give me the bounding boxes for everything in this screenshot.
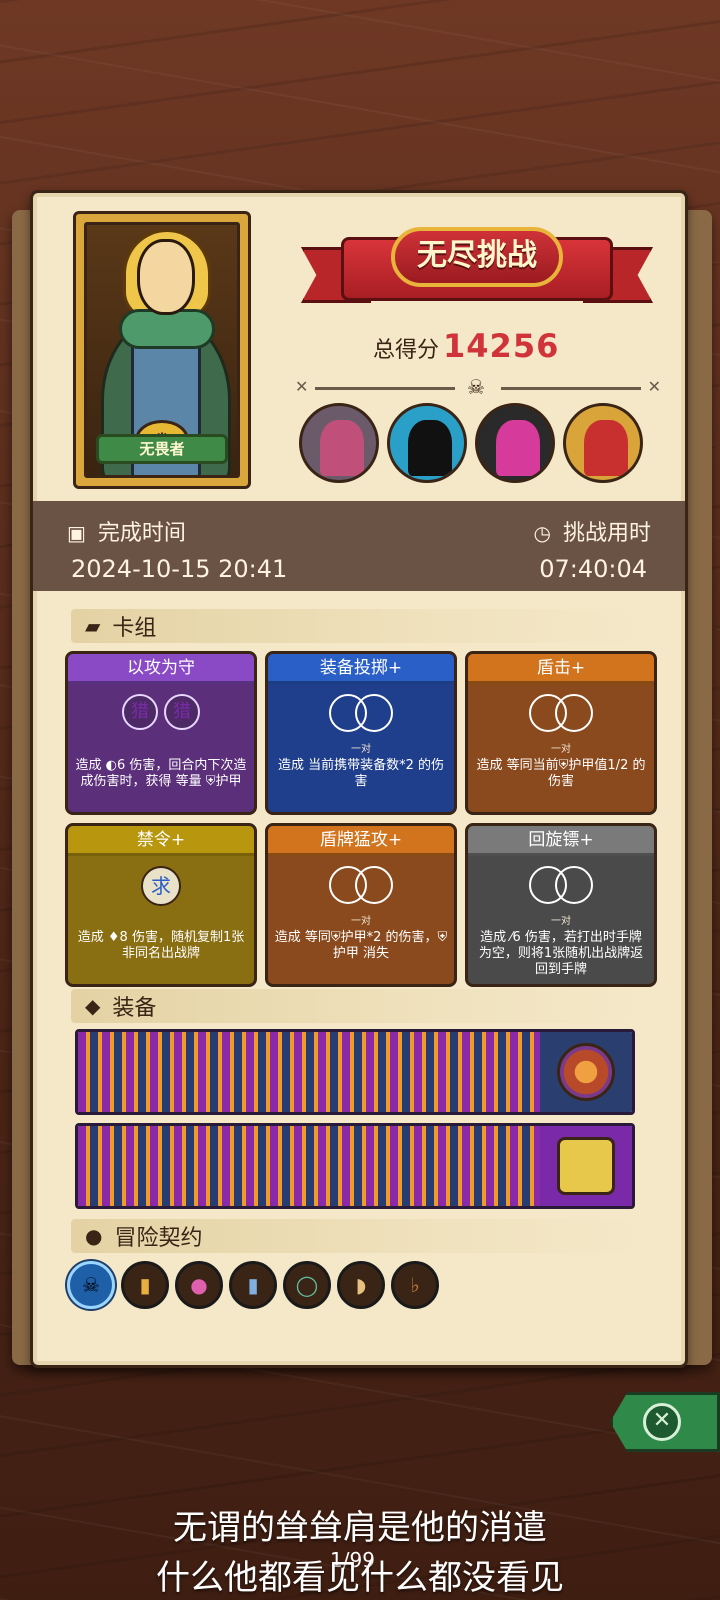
score-label: 总得分 <box>373 338 440 363</box>
equipment-row[interactable] <box>75 1123 635 1209</box>
blue-tag-icon[interactable]: ▮ <box>229 1261 277 1309</box>
boss-portrait[interactable] <box>299 403 379 483</box>
card[interactable]: 禁令+ 求 造成 ♦8 伤害，随机复制1张非同名出战牌 <box>65 823 257 987</box>
horn-icon[interactable]: ◗ <box>337 1261 385 1309</box>
boss-portrait[interactable] <box>475 403 555 483</box>
completed-time-value: 2024-10-15 20:41 <box>71 555 288 583</box>
contract-list: ☠ ▮ ● ▮ ◯ ◗ ♭ <box>67 1261 439 1309</box>
time-bar: ▣ 完成时间 ◷ 挑战用时 2024-10-15 20:41 07:40:04 <box>33 501 685 591</box>
card-tag: 一对 <box>351 916 371 927</box>
equipment-section-title: 装备 <box>112 996 157 1021</box>
duration-value: 07:40:04 <box>539 555 647 583</box>
deck-section-title: 卡组 <box>112 616 157 641</box>
contracts-section-header: ● 冒险契约 <box>71 1219 647 1253</box>
deck-section-header: ▰ 卡组 <box>71 609 647 643</box>
card[interactable]: 回旋镖+ 一对 造成 ⁄6 伤害，若打出时手牌为空，则将1张随机出战牌返回到手牌 <box>465 823 657 987</box>
equipment-stack <box>78 1032 542 1112</box>
card-tag: 一对 <box>551 744 571 755</box>
contracts-section-title: 冒险契约 <box>114 1226 203 1251</box>
hunt-emblem-icon: 猎 <box>164 694 200 730</box>
card[interactable]: 盾牌猛攻+ 一对 造成 等同⛨护甲*2 的伤害，⛨护甲 消失 <box>265 823 457 987</box>
calendar-icon: ▣ <box>67 521 86 545</box>
equipment-section-header: ◆ 装备 <box>71 989 647 1023</box>
card-title: 盾牌猛攻+ <box>268 826 454 856</box>
defeated-bosses <box>299 403 643 483</box>
stopwatch-icon: ◷ <box>533 521 551 545</box>
card-title: 回旋镖+ <box>468 826 654 856</box>
seek-emblem-icon: 求 <box>141 866 181 906</box>
card[interactable]: 以攻为守 猎猎 造成 ◐6 伤害，回合内下次造成伤害时，获得 等量 ⛨护甲 <box>65 651 257 815</box>
hero-card[interactable]: ♛ 无畏者 <box>73 211 251 489</box>
score-value: 14256 <box>443 327 560 365</box>
card-art: 猎猎 <box>68 694 254 748</box>
boss-portrait[interactable] <box>563 403 643 483</box>
box-icon: ◆ <box>85 994 101 1018</box>
close-icon: ✕ <box>643 1403 681 1441</box>
card-description: 造成 ♦8 伤害，随机复制1张非同名出战牌 <box>77 930 245 961</box>
round-shield-icon <box>557 1043 615 1101</box>
subtitle-line-1: 无谓的耸耸肩是他的消遣 <box>173 1508 547 1548</box>
person-icon: ● <box>85 1224 103 1248</box>
hero-name: 无畏者 <box>96 434 228 464</box>
card-title: 盾击+ <box>468 654 654 684</box>
card-title: 禁令+ <box>68 826 254 856</box>
card-tag: 一对 <box>351 744 371 755</box>
card-art: 求 <box>68 866 254 920</box>
golden-dice-icon <box>557 1137 615 1195</box>
duration-label: ◷ 挑战用时 <box>533 521 651 546</box>
card-title: 以攻为守 <box>68 654 254 684</box>
endless-challenge-banner: 无尽挑战 <box>301 223 653 319</box>
pink-orb-icon[interactable]: ● <box>175 1261 223 1309</box>
crossed-swords-icon: ✕ <box>295 377 309 396</box>
total-score: 总得分 14256 <box>373 327 593 367</box>
pipe-icon[interactable]: ♭ <box>391 1261 439 1309</box>
skull-icon: ☠ <box>467 375 485 399</box>
completed-time-label: ▣ 完成时间 <box>67 521 186 546</box>
card-description: 造成 等同⛨护甲*2 的伤害，⛨护甲 消失 <box>274 930 448 961</box>
close-button[interactable]: ✕ <box>610 1392 720 1452</box>
card[interactable]: 装备投掷+ 一对 造成 当前携带装备数*2 的伤害 <box>265 651 457 815</box>
boss-portrait[interactable] <box>387 403 467 483</box>
green-ring-icon[interactable]: ◯ <box>283 1261 331 1309</box>
cards-icon: ▰ <box>85 614 101 638</box>
equipment-row[interactable] <box>75 1029 635 1115</box>
card-description: 造成 ⁄6 伤害，若打出时手牌为空，则将1张随机出战牌返回到手牌 <box>478 930 644 977</box>
card-title: 装备投掷+ <box>268 654 454 684</box>
card-description: 造成 等同当前⛨护甲值1/2 的伤害 <box>476 758 646 789</box>
card-description: 造成 ◐6 伤害，回合内下次造成伤害时，获得 等量 ⛨护甲 <box>75 758 247 789</box>
blue-flame-skull-icon[interactable]: ☠ <box>67 1261 115 1309</box>
crossed-swords-icon: ✕ <box>647 377 661 396</box>
card[interactable]: 盾击+ 一对 造成 等同当前⛨护甲值1/2 的伤害 <box>465 651 657 815</box>
result-panel: ♛ 无畏者 无尽挑战 总得分 14256 ✕ ☠ ✕ ▣完成时间 ◷挑战用时 2… <box>30 190 688 1368</box>
banner-title: 无尽挑战 <box>391 227 563 287</box>
card-description: 造成 当前携带装备数*2 的伤害 <box>277 758 445 789</box>
deck-grid: 以攻为守 猎猎 造成 ◐6 伤害，回合内下次造成伤害时，获得 等量 ⛨护甲 装备… <box>65 651 657 987</box>
boss-divider: ✕ ☠ ✕ <box>295 375 661 399</box>
scroll-icon[interactable]: ▮ <box>121 1261 169 1309</box>
hunt-emblem-icon: 猎 <box>122 694 158 730</box>
card-tag: 一对 <box>551 916 571 927</box>
subtitle-line-2: 什么他都看见什么都没看见 <box>156 1558 564 1598</box>
equipment-stack <box>78 1126 542 1206</box>
